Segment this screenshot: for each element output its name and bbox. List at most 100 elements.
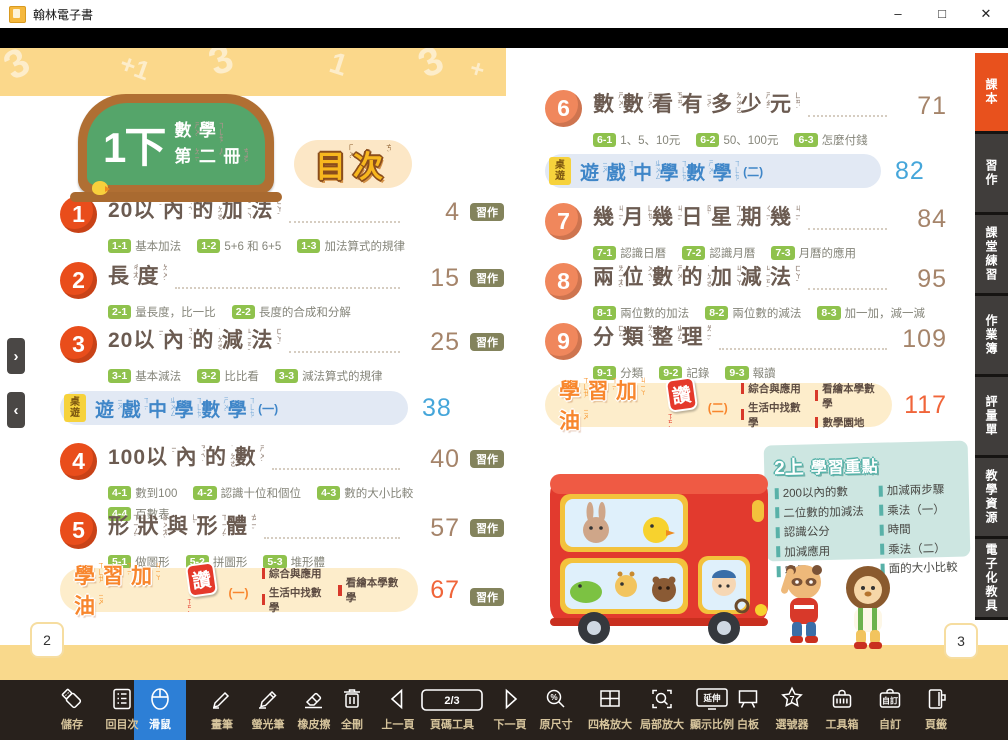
sidebar-tab-5[interactable]: 評量單	[975, 377, 1008, 458]
sub-section[interactable]: 7-2認識月曆	[682, 245, 755, 261]
ruby-char: 加ㄐㄧㄚ	[616, 375, 645, 405]
workbook-badge[interactable]: 習作	[470, 519, 504, 537]
char: 冊	[223, 146, 240, 168]
sub-section[interactable]: 6-3怎麼付錢	[794, 132, 867, 148]
chapter-entry[interactable]: 4100以ㄧˇ內ㄋㄟˋ的˙ㄉㄜ數ㄕㄨˋ40習作	[60, 443, 504, 480]
sub-section[interactable]: 4-3數的大小比較	[317, 485, 413, 501]
chapter-entry[interactable]: 8兩ㄌㄧㄤˇ位ㄨㄟˋ數ㄕㄨˋ的˙ㄉㄜ加ㄐㄧㄚ減ㄐㄧㄢˇ法ㄈㄚˇ95	[545, 263, 947, 300]
ruby-char: 理ㄌㄧˇ	[682, 323, 712, 353]
sub-section-title: 減法算式的規律	[302, 368, 383, 384]
sub-section[interactable]: 3-2比比看	[197, 368, 259, 384]
chapter-page-number: 40	[408, 443, 460, 475]
chapter-entry[interactable]: 6數ㄕㄨˇ數ㄕㄨˋ看ㄎㄢˋ有ㄧㄡˇ多ㄉㄨㄛ少ㄕㄠˇ元ㄩㄢˊ71	[545, 90, 947, 127]
bonus-entry[interactable]: 學ㄒㄩㄝˊ習ㄒㄧˊ加ㄐㄧㄚ油ㄧㄡˊ讚ㄗㄢˋ(一)綜合與應用生活中找數學看繪本學數…	[60, 568, 504, 612]
toolbar-mouse-button[interactable]: 滑鼠	[128, 684, 192, 732]
board-game-pill: 桌遊遊ㄧㄡˊ戲ㄒㄧˋ中ㄓㄨㄥ學ㄒㄩㄝˊ數ㄕㄨˋ學ㄒㄩㄝˊ(一)	[60, 391, 408, 425]
char: 法	[770, 263, 792, 293]
sub-section[interactable]: 6-11、5、10元	[593, 132, 680, 148]
ruby-char: 整ㄓㄥˇ	[652, 323, 682, 353]
sub-section[interactable]: 4-1數到100	[108, 485, 177, 501]
sidebar-tab-7[interactable]: 電子化教具	[975, 539, 1008, 620]
sub-section[interactable]: 3-1基本減法	[108, 368, 181, 384]
sub-section[interactable]: 8-3加一加，減一減	[817, 305, 925, 321]
sub-section[interactable]: 8-1兩位數的加法	[593, 305, 689, 321]
char: 油	[559, 405, 580, 435]
chapter-entry[interactable]: 5形ㄒㄧㄥˊ狀ㄓㄨㄤˋ與ㄩˇ形ㄒㄧㄥˊ體ㄊㄧˇ57習作	[60, 512, 504, 549]
workbook-badge[interactable]: 習作	[470, 269, 504, 287]
chapter-entry[interactable]: 320以ㄧˇ內ㄋㄟˋ的˙ㄉㄜ減ㄐㄧㄢˇ法ㄈㄚˇ25習作	[60, 326, 504, 363]
sub-section[interactable]: 8-2兩位數的減法	[705, 305, 801, 321]
chapter-row: 4100以ㄧˇ內ㄋㄟˋ的˙ㄉㄜ數ㄕㄨˋ40習作4-1數到1004-2認識十位和個…	[60, 443, 504, 522]
sub-section[interactable]: 7-3月曆的應用	[771, 245, 856, 261]
workbook-badge[interactable]: 習作	[470, 333, 504, 351]
panel-open-arrow[interactable]: ›	[7, 338, 25, 374]
close-button[interactable]: ✕	[964, 0, 1008, 28]
zan-character: 讚	[665, 376, 698, 413]
char: 學	[713, 158, 732, 185]
char: 油	[74, 590, 95, 620]
char: 與	[167, 512, 189, 542]
char: 20	[108, 199, 133, 222]
chapter-page-number: 25	[408, 326, 460, 358]
sub-sections-line: 6-11、5、10元 6-250、100元 6-3怎麼付錢	[593, 132, 947, 148]
ruby-char: 狀ㄓㄨㄤˋ	[138, 512, 168, 542]
zhuyin-annotation: ㄗㄢˋ	[185, 598, 192, 618]
workbook-badge[interactable]: 習作	[470, 203, 504, 221]
board-game-entry[interactable]: 桌遊遊ㄧㄡˊ戲ㄒㄧˋ中ㄓㄨㄥ學ㄒㄩㄝˊ數ㄕㄨˋ學ㄒㄩㄝˊ(二)82	[545, 154, 947, 188]
toolbar-page-tool-button[interactable]: 2/3頁碼工具	[420, 684, 484, 732]
zhuyin-annotation: ㄒㄩㄝˊ	[217, 122, 224, 146]
sub-section[interactable]: 1-1基本加法	[108, 238, 181, 254]
page-tab-icon	[904, 684, 968, 714]
zhuyin-annotation: ㄉㄨˋ	[161, 264, 168, 287]
char: 位	[623, 263, 645, 293]
zhuyin-annotation: ㄒㄩㄝˊ	[248, 397, 255, 421]
sub-section[interactable]: 2-2長度的合成和分解	[232, 304, 351, 320]
bonus-entry[interactable]: 學ㄒㄩㄝˊ習ㄒㄧˊ加ㄐㄧㄚ油ㄧㄡˊ讚ㄗㄢˋ(二)綜合與應用生活中找數學看繪本學數…	[545, 383, 947, 427]
char: 習	[588, 375, 609, 405]
chapter-entry[interactable]: 7幾ㄐㄧˇ月ㄩㄝˋ幾ㄐㄧˇ日ㄖˋ星ㄒㄧㄥ期ㄑㄧˊ幾ㄐㄧˇ84	[545, 203, 947, 240]
workbook-badge[interactable]: 習作	[470, 588, 504, 606]
ruby-char: 學ㄒㄩㄝˊ	[199, 120, 224, 146]
sub-section[interactable]: 1-25+6 和 6+5	[197, 238, 281, 254]
ruby-char: 數ㄕㄨˋ	[686, 158, 713, 185]
sidebar-tab-1[interactable]: 課本	[975, 53, 1008, 134]
game-row: 桌遊遊ㄧㄡˊ戲ㄒㄧˋ中ㄓㄨㄥ學ㄒㄩㄝˊ數ㄕㄨˋ學ㄒㄩㄝˊ(二)82	[545, 154, 947, 188]
panel-close-arrow[interactable]: ‹	[7, 392, 25, 428]
sidebar-tab-2[interactable]: 習作	[975, 134, 1008, 215]
sub-section-code: 8-1	[593, 306, 616, 320]
sub-section[interactable]: 6-250、100元	[696, 132, 778, 148]
sub-section-title: 認識日曆	[620, 245, 666, 261]
ruby-char: 分ㄈㄣ	[593, 323, 623, 353]
minimize-button[interactable]: –	[876, 0, 920, 28]
toolbar-page-tab-button[interactable]: 頁籤	[904, 684, 968, 732]
char: 以	[146, 443, 168, 473]
sub-section[interactable]: 3-3減法算式的規律	[275, 368, 383, 384]
sidebar-tab-4[interactable]: 作業簿	[975, 296, 1008, 377]
chapter-entry[interactable]: 2長ㄔㄤˊ度ㄉㄨˋ15習作	[60, 262, 504, 299]
sub-section-code: 3-1	[108, 369, 131, 383]
zhuyin-annotation: ㄈㄚˇ	[274, 328, 281, 351]
chapter-row: 7幾ㄐㄧˇ月ㄩㄝˋ幾ㄐㄧˇ日ㄖˋ星ㄒㄧㄥ期ㄑㄧˊ幾ㄐㄧˇ84 7-1認識日曆 7-2…	[545, 203, 947, 261]
sidebar-tab-3[interactable]: 課堂練習	[975, 215, 1008, 296]
sub-sections-line: 1-1基本加法 1-25+6 和 6+5 1-3加法算式的規律	[108, 238, 504, 254]
sub-section[interactable]: 4-2認識十位和個位	[193, 485, 301, 501]
sub-section[interactable]: 9-3報讀	[725, 365, 775, 381]
chapter-entry[interactable]: 9分ㄈㄣ類ㄌㄟˋ整ㄓㄥˇ理ㄌㄧˇ109	[545, 323, 947, 360]
ruby-char: 的˙ㄉㄜ	[682, 263, 712, 293]
workbook-badge[interactable]: 習作	[470, 450, 504, 468]
sub-section-code: 1-2	[197, 239, 220, 253]
window-title: 翰林電子書	[33, 6, 93, 23]
dotted-leader	[808, 203, 888, 230]
sub-section[interactable]: 2-1量長度，比一比	[108, 304, 216, 320]
chapter-number: 5	[60, 512, 97, 549]
maximize-button[interactable]: □	[920, 0, 964, 28]
char: 目	[316, 142, 346, 186]
sub-section[interactable]: 7-1認識日曆	[593, 245, 666, 261]
char: 學	[559, 375, 580, 405]
sidebar-tab-6[interactable]: 教學資源	[975, 458, 1008, 539]
sidebar-tab-label: 電子化教具	[983, 543, 1000, 613]
sub-section[interactable]: 1-3加法算式的規律	[297, 238, 405, 254]
char: 幾	[593, 203, 615, 233]
chapter-number: 6	[545, 90, 582, 127]
board-game-entry[interactable]: 桌遊遊ㄧㄡˊ戲ㄒㄧˋ中ㄓㄨㄥ學ㄒㄩㄝˊ數ㄕㄨˋ學ㄒㄩㄝˊ(一)38	[60, 391, 504, 425]
